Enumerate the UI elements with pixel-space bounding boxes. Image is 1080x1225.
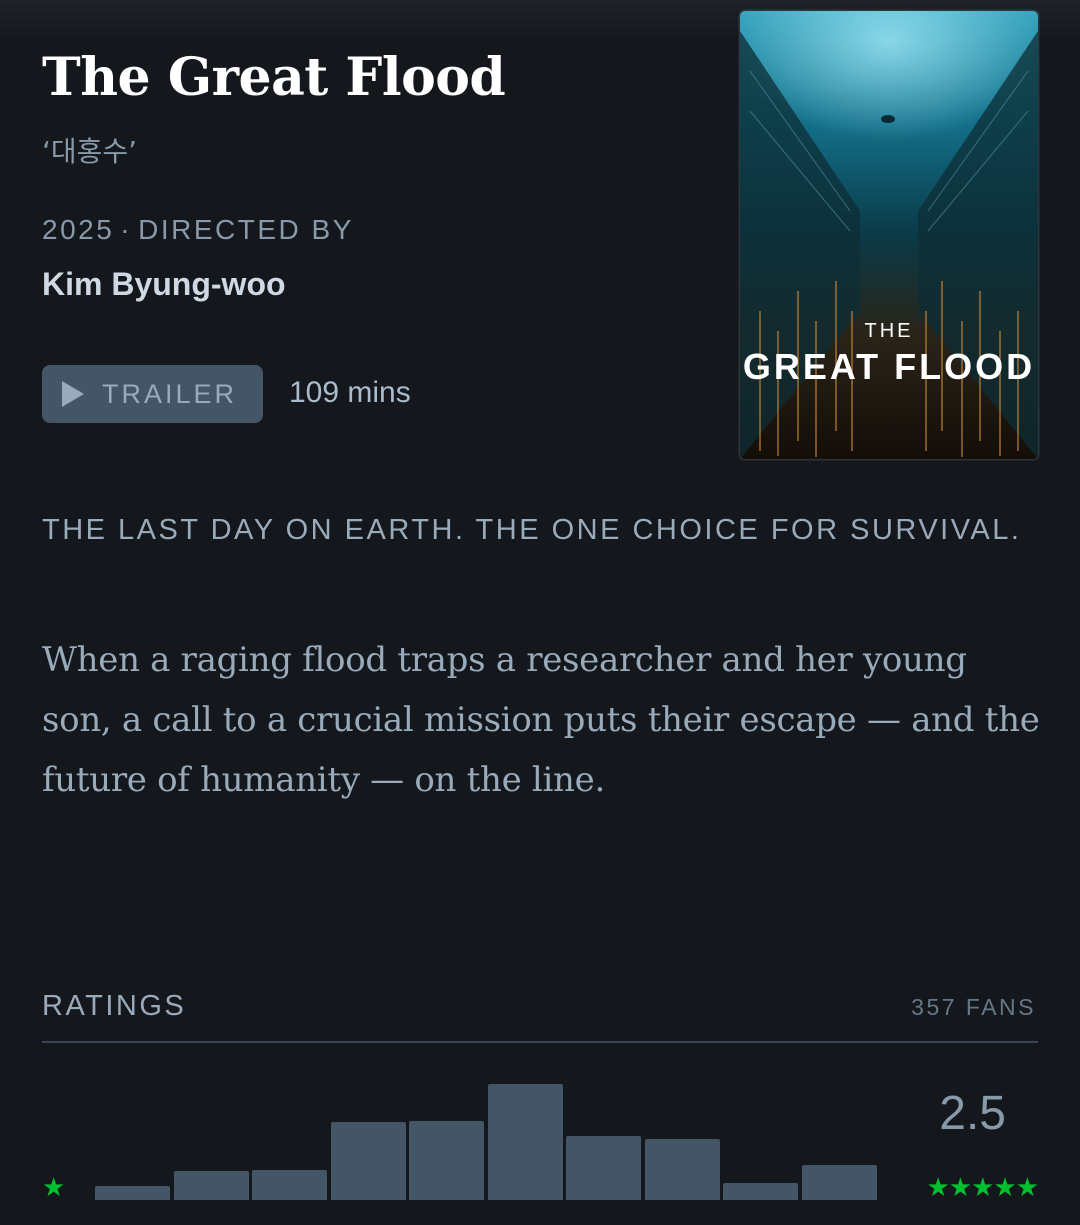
fans-count-link[interactable]: 357 FANS <box>911 994 1036 1021</box>
synopsis: When a raging flood traps a researcher a… <box>42 640 1040 800</box>
poster-artwork: THE GREAT FLOOD <box>740 11 1038 459</box>
histogram-bar-3[interactable] <box>487 1084 563 1200</box>
low-rating-star-icon: ★ <box>42 1172 66 1202</box>
histogram-bar-0.5[interactable] <box>95 1186 170 1200</box>
high-rating-stars-icon: ★★★★★ <box>926 1172 1039 1202</box>
trailer-button[interactable]: TRAILER <box>42 365 263 423</box>
histogram-bar-4[interactable] <box>644 1138 720 1200</box>
poster-title-large: GREAT FLOOD <box>743 346 1035 387</box>
average-rating[interactable]: 2.5 <box>939 1086 1006 1141</box>
trailer-label: TRAILER <box>102 378 238 409</box>
directed-by-label: DIRECTED BY <box>138 214 354 245</box>
histogram-bar-5[interactable] <box>801 1165 877 1200</box>
play-icon <box>62 381 84 407</box>
ratings-heading[interactable]: RATINGS <box>42 990 186 1023</box>
histogram-bar-2.5[interactable] <box>409 1121 484 1200</box>
poster-title-small: THE <box>865 320 914 342</box>
ratings-histogram <box>95 1060 878 1200</box>
histogram-bar-4.5[interactable] <box>723 1182 798 1200</box>
ratings-divider <box>42 1041 1038 1043</box>
runtime: 109 mins <box>289 376 411 409</box>
histogram-bar-1[interactable] <box>173 1171 249 1200</box>
film-poster[interactable]: THE GREAT FLOOD <box>739 10 1039 460</box>
release-year-link[interactable]: 2025 <box>42 214 114 245</box>
histogram-bar-2[interactable] <box>330 1122 406 1200</box>
histogram-bar-1.5[interactable] <box>252 1169 327 1200</box>
film-title: The Great Flood <box>42 47 506 108</box>
histogram-bar-3.5[interactable] <box>566 1136 641 1200</box>
original-title: ‘대홍수’ <box>42 135 138 168</box>
tagline: THE LAST DAY ON EARTH. THE ONE CHOICE FO… <box>42 514 1022 546</box>
release-director-line: 2025 · DIRECTED BY <box>42 214 354 246</box>
meta-separator: · <box>120 214 133 245</box>
director-link[interactable]: Kim Byung-woo <box>42 266 286 303</box>
